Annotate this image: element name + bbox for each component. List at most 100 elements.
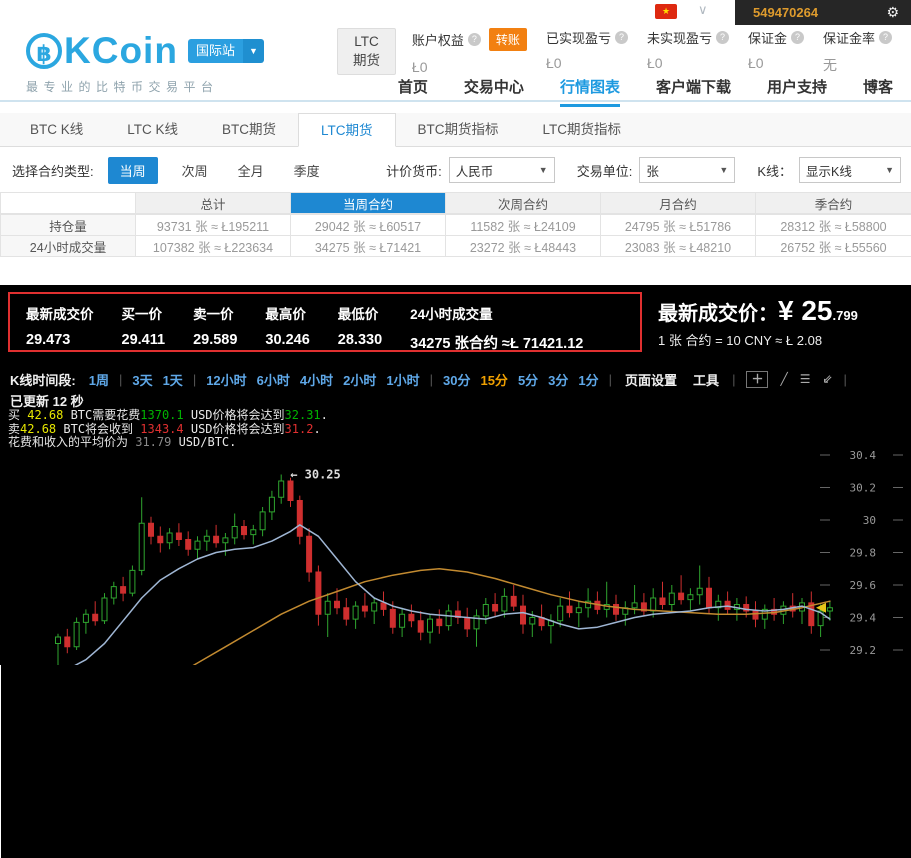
line-tool-icon[interactable]: ╱ bbox=[780, 372, 787, 386]
period-30分[interactable]: 30分 bbox=[443, 370, 470, 389]
nav-item-交易中心[interactable]: 交易中心 bbox=[464, 76, 524, 107]
period-5分[interactable]: 5分 bbox=[518, 370, 538, 389]
table-row: 持仓量93731 张 ≈ Ł19521129042 张 ≈ Ł605171158… bbox=[1, 215, 911, 236]
annotation-segment: 42.68 bbox=[20, 422, 56, 436]
tab-BTC期货[interactable]: BTC期货 bbox=[200, 113, 298, 146]
filter-select[interactable]: 人民币▼ bbox=[449, 157, 555, 183]
ticker-stat: 最新成交价29.473 bbox=[26, 303, 94, 350]
account-stat-label-row: 账户权益?转账 bbox=[412, 28, 527, 51]
contract-option-当周[interactable]: 当周 bbox=[108, 157, 158, 184]
table-cell: 23272 张 ≈ Ł48443 bbox=[446, 236, 601, 257]
quote-table: 总计当周合约次周合约月合约季合约最新成交价--¥ 29.473¥ 29.504¥… bbox=[0, 192, 911, 257]
contract-option-全月[interactable]: 全月 bbox=[238, 157, 264, 184]
nav-item-博客[interactable]: 博客 bbox=[863, 76, 893, 107]
header-underline bbox=[0, 100, 911, 102]
account-stat-label: 保证金 bbox=[748, 28, 787, 47]
nav-item-客户端下载[interactable]: 客户端下载 bbox=[656, 76, 731, 107]
page-settings-button[interactable]: 页面设置 bbox=[625, 370, 677, 389]
table-header-row: 总计当周合约次周合约月合约季合约 bbox=[1, 193, 911, 214]
contract-option-季度[interactable]: 季度 bbox=[294, 157, 320, 184]
column-header[interactable]: 总计 bbox=[136, 193, 291, 214]
table-cell: 24795 张 ≈ Ł51786 bbox=[601, 215, 756, 236]
filters-bar: 选择合约类型: 当周次周全月季度 计价货币:人民币▼交易单位:张▼K线：显示K线… bbox=[0, 148, 911, 192]
draw-arrow-icon[interactable]: ⇙ bbox=[822, 372, 832, 386]
candlestick-chart[interactable]: 30.430.23029.829.629.429.2← 30.25 bbox=[0, 445, 911, 665]
okcoin-logo-icon[interactable]: ฿ bbox=[26, 33, 62, 69]
tab-LTC K线[interactable]: LTC K线 bbox=[105, 113, 200, 146]
period-1天[interactable]: 1天 bbox=[163, 370, 183, 389]
chart-annotations: 买 42.68 BTC需要花费1370.1 USD价格将会达到32.31.卖42… bbox=[8, 409, 328, 450]
filter-select[interactable]: 张▼ bbox=[639, 157, 735, 183]
nav-item-行情图表[interactable]: 行情图表 bbox=[560, 76, 620, 107]
annotation-segment: 42.68 bbox=[27, 408, 63, 422]
help-icon[interactable]: ? bbox=[615, 31, 628, 44]
column-header[interactable]: 当周合约 bbox=[291, 193, 446, 214]
market-panel: 最新成交价29.473买一价29.411卖一价29.589最高价30.246最低… bbox=[0, 285, 911, 665]
latest-price-value: ¥ 25 bbox=[778, 295, 833, 326]
annotation-segment: 1343.4 bbox=[140, 422, 183, 436]
separator: | bbox=[119, 372, 122, 387]
user-id-box[interactable]: 549470264 ⚙ bbox=[735, 0, 911, 25]
ticker-stat-label: 24小时成交量 bbox=[410, 303, 583, 323]
period-3分[interactable]: 3分 bbox=[548, 370, 568, 389]
help-icon[interactable]: ? bbox=[468, 33, 481, 46]
annotation-segment: 卖 bbox=[8, 422, 20, 436]
table-cell: 29042 张 ≈ Ł60517 bbox=[291, 215, 446, 236]
annotation-segment: 32.31 bbox=[285, 408, 321, 422]
column-header[interactable]: 月合约 bbox=[601, 193, 756, 214]
account-stat-label-row: 已实现盈亏? bbox=[546, 28, 628, 47]
ticker-stat-value: 34275 张合约 ≈Ł 71421.12 bbox=[410, 332, 583, 353]
transfer-button[interactable]: 转账 bbox=[489, 28, 527, 51]
account-stat-label-row: 保证金率? bbox=[823, 28, 892, 47]
nav-item-用户支持[interactable]: 用户支持 bbox=[767, 76, 827, 107]
filter-select[interactable]: 显示K线 ▼ bbox=[799, 157, 901, 183]
column-header[interactable]: 次周合约 bbox=[446, 193, 601, 214]
account-stat-label-row: 未实现盈亏? bbox=[647, 28, 729, 47]
account-summary: LTC 期货 账户权益?转账Ł0已实现盈亏?Ł0未实现盈亏?Ł0保证金?Ł0保证… bbox=[337, 28, 911, 75]
contract-type-label: 选择合约类型: bbox=[12, 161, 94, 180]
period-6小时[interactable]: 6小时 bbox=[257, 370, 290, 389]
latest-price-label: 最新成交价： bbox=[658, 303, 778, 325]
contract-option-次周[interactable]: 次周 bbox=[182, 157, 208, 184]
gear-icon[interactable]: ⚙ bbox=[886, 4, 899, 21]
period-12小时[interactable]: 12小时 bbox=[206, 370, 246, 389]
nav-item-首页[interactable]: 首页 bbox=[398, 76, 428, 107]
tab-LTC期货[interactable]: LTC期货 bbox=[298, 113, 396, 147]
account-stat-value: 无 bbox=[823, 55, 892, 75]
kline-toolbar: K线时间段: 1周|3天1天|12小时6小时4小时2小时1小时|30分15分5分… bbox=[0, 368, 911, 390]
period-1小时[interactable]: 1小时 bbox=[386, 370, 419, 389]
period-4小时[interactable]: 4小时 bbox=[300, 370, 333, 389]
tab-BTC K线[interactable]: BTC K线 bbox=[8, 113, 105, 146]
tab-BTC期货指标[interactable]: BTC期货指标 bbox=[396, 113, 521, 146]
filter-select-value: 显示K线 bbox=[806, 161, 852, 180]
annotation-line: 买 42.68 BTC需要花费1370.1 USD价格将会达到32.31. bbox=[8, 409, 328, 423]
tab-LTC期货指标[interactable]: LTC期货指标 bbox=[521, 113, 644, 146]
site-badge[interactable]: 国际站 ▼ bbox=[188, 39, 264, 63]
period-3天[interactable]: 3天 bbox=[132, 370, 152, 389]
column-header[interactable]: 季合约 bbox=[756, 193, 911, 214]
user-id: 549470264 bbox=[753, 5, 818, 20]
main-nav: 首页 交易中心 行情图表 客户端下载 用户支持 博客 bbox=[398, 76, 893, 107]
help-icon[interactable]: ? bbox=[791, 31, 804, 44]
chevron-down-icon: ▼ bbox=[719, 165, 728, 175]
crosshair-plus-icon[interactable]: ＋ bbox=[746, 371, 768, 388]
help-icon[interactable]: ? bbox=[716, 31, 729, 44]
list-icon[interactable]: ☰ bbox=[800, 372, 811, 386]
chevron-down-icon[interactable]: ∨ bbox=[698, 2, 708, 18]
period-15分[interactable]: 15分 bbox=[480, 370, 507, 389]
market-button[interactable]: LTC 期货 bbox=[337, 28, 396, 75]
ticker-stat-value: 29.411 bbox=[122, 332, 166, 348]
y-axis-label: 30.4 bbox=[850, 449, 877, 462]
tools-button[interactable]: 工具 bbox=[693, 370, 719, 389]
period-2小时[interactable]: 2小时 bbox=[343, 370, 376, 389]
period-1分[interactable]: 1分 bbox=[578, 370, 598, 389]
chevron-down-icon: ▼ bbox=[885, 165, 894, 175]
site-badge-caret-icon[interactable]: ▼ bbox=[243, 39, 264, 63]
period-1周[interactable]: 1周 bbox=[89, 370, 109, 389]
china-flag-icon[interactable]: ★ bbox=[655, 4, 677, 19]
help-icon[interactable]: ? bbox=[879, 31, 892, 44]
filter-select-label: 计价货币: bbox=[386, 161, 442, 180]
ticker-stat-value: 28.330 bbox=[338, 332, 382, 348]
okcoin-logo-text[interactable]: KCoin bbox=[64, 30, 178, 72]
separator: | bbox=[732, 372, 735, 387]
